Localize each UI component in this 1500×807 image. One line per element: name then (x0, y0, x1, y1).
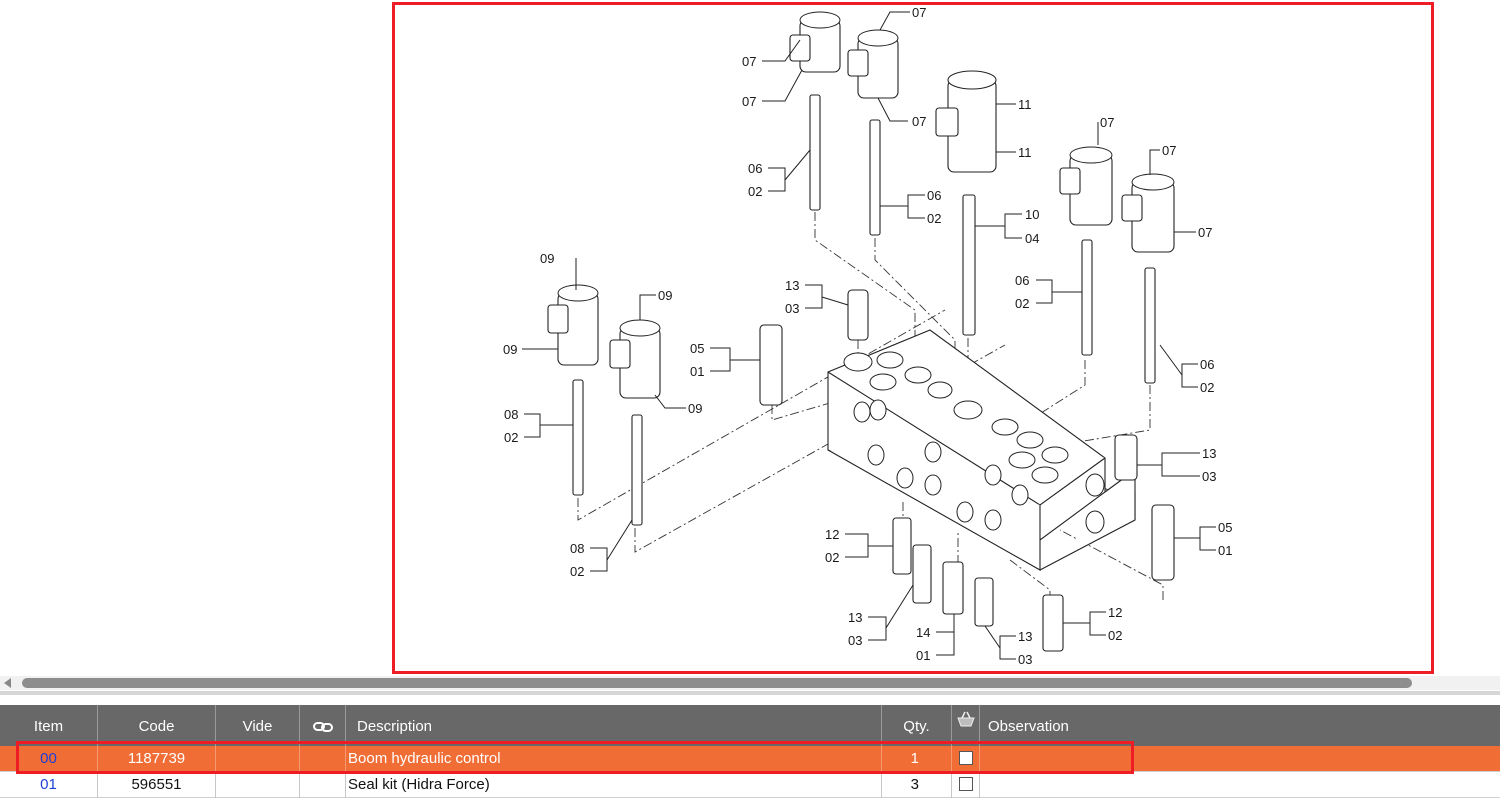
callout: 02 (927, 211, 941, 226)
callout: 04 (1025, 231, 1039, 246)
callout: 09 (658, 288, 672, 303)
callout: 07 (742, 54, 756, 69)
manifold-block (827, 329, 1136, 571)
link-cell (300, 772, 346, 798)
panel-divider[interactable] (0, 691, 1500, 695)
callout: 02 (1108, 628, 1122, 643)
callout: 03 (848, 633, 862, 648)
callout: 02 (570, 564, 584, 579)
item-cell[interactable]: 01 (0, 772, 98, 798)
callout: 13 (1202, 446, 1216, 461)
callout: 06 (1200, 357, 1214, 372)
callout: 10 (1025, 207, 1039, 222)
callout: 06 (748, 161, 762, 176)
callout: 07 (742, 94, 756, 109)
callout: 05 (690, 341, 704, 356)
vide-cell (216, 772, 300, 798)
item-link[interactable]: 01 (40, 776, 57, 793)
column-header-code[interactable]: Code (98, 705, 216, 746)
callout: 11 (1018, 97, 1032, 112)
callout: 05 (1218, 520, 1232, 535)
callout: 07 (1162, 143, 1176, 158)
callout: 02 (825, 550, 839, 565)
callout: 13 (1018, 629, 1032, 644)
callout: 06 (927, 188, 941, 203)
add-to-cart-checkbox[interactable] (958, 777, 973, 792)
callout: 01 (1218, 543, 1232, 558)
exploded-diagram: 07 07 07 07 11 11 06 02 06 02 10 04 07 0… (503, 5, 1232, 667)
callout: 12 (825, 527, 839, 542)
column-header-vide[interactable]: Vide (216, 705, 300, 746)
callout: 02 (504, 430, 518, 445)
callout: 12 (1108, 605, 1122, 620)
callout: 08 (504, 407, 518, 422)
callout: 06 (1015, 273, 1029, 288)
callout: 07 (912, 5, 926, 20)
callout: 01 (690, 364, 704, 379)
callout: 13 (848, 610, 862, 625)
scroll-left-arrow-icon[interactable] (4, 678, 11, 688)
callout: 09 (688, 401, 702, 416)
code-cell: 596551 (98, 772, 216, 798)
callout: 03 (1018, 652, 1032, 667)
callout: 07 (1100, 115, 1114, 130)
table-header: Item Code Vide Description Qty. Observat… (0, 705, 1500, 746)
callout: 13 (785, 278, 799, 293)
column-header-cart[interactable] (952, 705, 980, 746)
link-icon (312, 722, 333, 733)
column-header-observation[interactable]: Observation (980, 705, 1500, 746)
column-header-description[interactable]: Description (346, 705, 882, 746)
cart-icon (956, 711, 975, 727)
callout: 03 (785, 301, 799, 316)
callout: 02 (748, 184, 762, 199)
observation-cell (980, 772, 1500, 798)
cart-cell[interactable] (952, 772, 980, 798)
description-cell: Seal kit (Hidra Force) (346, 772, 882, 798)
callout: 02 (1200, 380, 1214, 395)
callout: 07 (912, 114, 926, 129)
column-header-item[interactable]: Item (0, 705, 98, 746)
callout: 07 (1198, 225, 1212, 240)
callout: 08 (570, 541, 584, 556)
callout: 03 (1202, 469, 1216, 484)
table-row[interactable]: 01 596551 Seal kit (Hidra Force) 3 (0, 772, 1500, 798)
column-header-qty[interactable]: Qty. (882, 705, 952, 746)
callout: 11 (1018, 145, 1032, 160)
callout: 02 (1015, 296, 1029, 311)
callout: 09 (540, 251, 554, 266)
column-header-link[interactable] (300, 705, 346, 746)
callout: 01 (916, 648, 930, 663)
selected-row-highlight (16, 741, 1134, 774)
callout: 14 (916, 625, 930, 640)
qty-cell: 3 (882, 772, 952, 798)
scrollbar-thumb[interactable] (22, 678, 1412, 688)
callout: 09 (503, 342, 517, 357)
